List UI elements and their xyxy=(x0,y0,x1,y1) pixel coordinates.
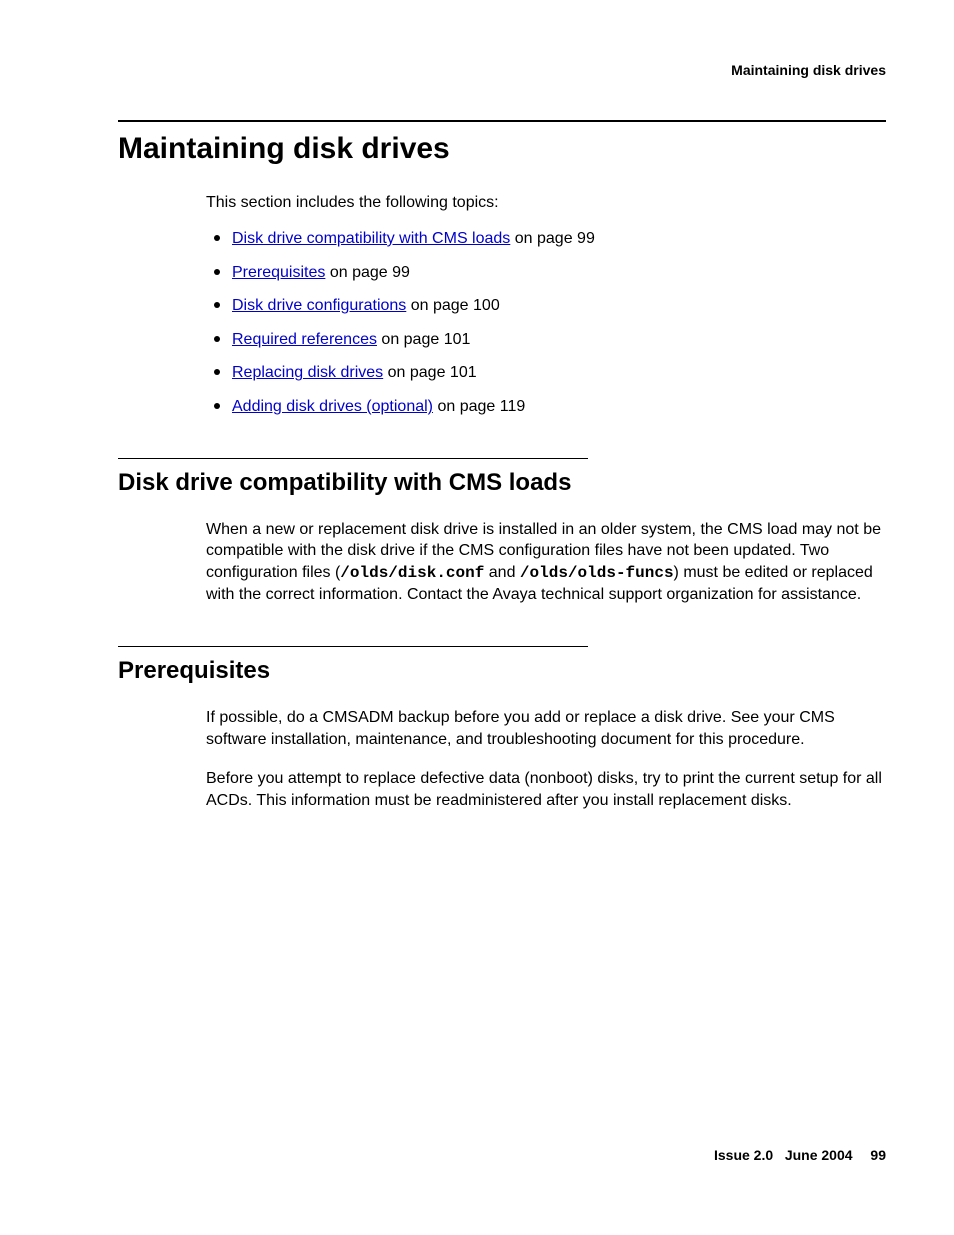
section-rule-compat xyxy=(118,458,588,459)
page-container: Maintaining disk drives Maintaining disk… xyxy=(0,0,954,1235)
list-item: Replacing disk drives on page 101 xyxy=(214,362,886,384)
prereq-paragraph-1: If possible, do a CMSADM backup before y… xyxy=(206,707,886,750)
link-suffix: on page 100 xyxy=(406,297,499,314)
prereq-paragraph-2: Before you attempt to replace defective … xyxy=(206,768,886,811)
link-suffix: on page 101 xyxy=(383,364,476,381)
link-disk-config[interactable]: Disk drive configurations xyxy=(232,297,406,314)
title-rule xyxy=(118,120,886,122)
list-item: Disk drive configurations on page 100 xyxy=(214,295,886,317)
code-path-1: /olds/disk.conf xyxy=(340,564,484,582)
link-suffix: on page 101 xyxy=(377,331,470,348)
link-required-refs[interactable]: Required references xyxy=(232,331,377,348)
link-suffix: on page 99 xyxy=(510,230,595,247)
footer-issue: Issue 2.0 xyxy=(714,1147,773,1163)
section-title-prereq: Prerequisites xyxy=(118,657,886,685)
topic-list: Disk drive compatibility with CMS loads … xyxy=(214,228,886,418)
footer-page-number: 99 xyxy=(870,1147,886,1163)
link-adding-drives[interactable]: Adding disk drives (optional) xyxy=(232,398,433,415)
list-item: Required references on page 101 xyxy=(214,329,886,351)
compat-paragraph: When a new or replacement disk drive is … xyxy=(206,519,886,606)
page-footer: Issue 2.0 June 2004 99 xyxy=(714,1147,886,1163)
running-header: Maintaining disk drives xyxy=(731,62,886,78)
link-prerequisites[interactable]: Prerequisites xyxy=(232,264,325,281)
link-disk-compat[interactable]: Disk drive compatibility with CMS loads xyxy=(232,230,510,247)
text-fragment: and xyxy=(484,564,520,581)
section-rule-prereq xyxy=(118,646,588,647)
page-title: Maintaining disk drives xyxy=(118,132,886,166)
list-item: Adding disk drives (optional) on page 11… xyxy=(214,396,886,418)
footer-date: June 2004 xyxy=(785,1147,853,1163)
list-item: Prerequisites on page 99 xyxy=(214,262,886,284)
link-suffix: on page 99 xyxy=(325,264,410,281)
link-replacing-drives[interactable]: Replacing disk drives xyxy=(232,364,383,381)
list-item: Disk drive compatibility with CMS loads … xyxy=(214,228,886,250)
link-suffix: on page 119 xyxy=(433,398,525,415)
code-path-2: /olds/olds-funcs xyxy=(520,564,674,582)
section-title-compat: Disk drive compatibility with CMS loads xyxy=(118,469,886,497)
intro-text: This section includes the following topi… xyxy=(206,194,886,212)
